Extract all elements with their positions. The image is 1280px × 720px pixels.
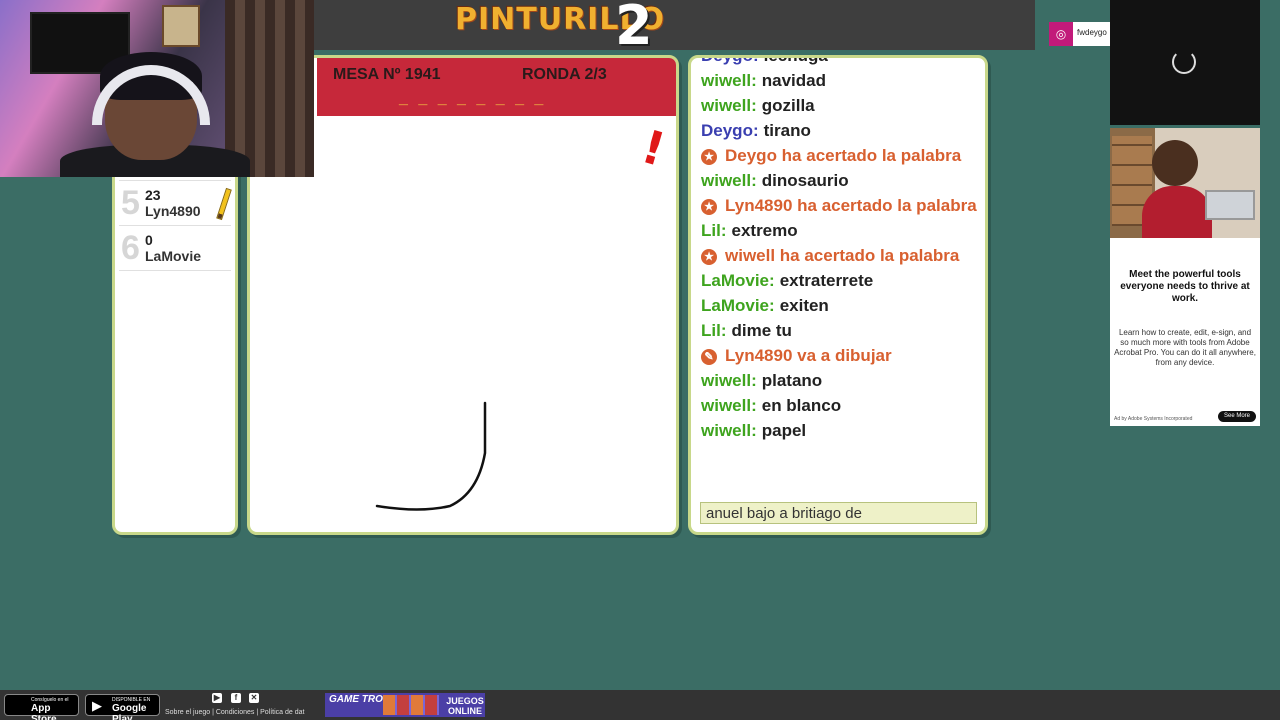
webcam-acoustic-panel	[225, 0, 314, 177]
chat-username: Deygo:	[701, 121, 759, 140]
chat-message: LaMovie: exiten	[701, 297, 983, 315]
logo-number: 2	[615, 0, 654, 57]
chat-message: wiwell: papel	[701, 422, 983, 440]
chat-text: en blanco	[761, 396, 842, 415]
chat-messages: Deygo: lechuga wiwell: navidad wiwell: gozill…	[701, 55, 983, 447]
player-row: 6 0 LaMovie	[119, 229, 231, 271]
chat-text: Deygo ha acertado la palabra	[725, 146, 962, 165]
chat-text: platano	[761, 371, 823, 390]
player-row: 5 23 Lyn4890	[119, 184, 232, 226]
chat-text: Lyn4890 va a dibujar	[725, 346, 892, 365]
system-message: ★ Lyn4890 ha acertado la palabra	[701, 197, 983, 215]
facebook-icon[interactable]: f	[231, 693, 241, 703]
chat-username: wiwell:	[701, 171, 757, 190]
chat-username: wiwell:	[701, 96, 757, 115]
system-message: ★ Deygo ha acertado la palabra	[701, 147, 983, 165]
google-play-badge[interactable]: ▶ DISPONIBLE EN Google Play	[85, 694, 160, 720]
chat-text: navidad	[761, 71, 826, 90]
social-handle: fwdeygo	[1077, 28, 1107, 37]
ad-body: Learn how to create, edit, e-sign, and s…	[1114, 328, 1256, 367]
chat-username: wiwell:	[701, 396, 757, 415]
chat-message: LaMovie: extraterrete	[701, 272, 983, 290]
player-points: 23	[145, 187, 161, 203]
juegos-online-label: JUEGOS ONLINE	[446, 696, 484, 716]
system-message: ✎ Lyn4890 va a dibujar	[701, 347, 983, 365]
player-name: Lyn4890	[145, 203, 201, 219]
player-rank: 5	[121, 184, 140, 222]
gametronia-banner[interactable]: GAME TRONIA JUEGOS ONLINE	[325, 693, 485, 717]
pencil-icon: ✎	[701, 349, 717, 365]
youtube-icon[interactable]: ▶	[212, 693, 222, 703]
ad-see-more-button[interactable]: See More	[1218, 411, 1256, 422]
video-ad[interactable]	[1110, 0, 1260, 125]
chat-text: dime tu	[731, 321, 792, 340]
webcam-poster	[162, 5, 200, 47]
chat-username: wiwell:	[701, 421, 757, 440]
play-icon: ▶	[92, 698, 102, 713]
chat-message: wiwell: dinosaurio	[701, 172, 983, 190]
pinturillo-logo: PINTURILLO 2	[455, 0, 665, 57]
bottom-bar: Consíguelo en el App Store ▶ DISPONIBLE …	[0, 690, 1280, 720]
x-icon[interactable]: ✕	[249, 693, 259, 703]
chat-username: Lil:	[701, 221, 727, 240]
chat-message: Deygo: lechuga	[701, 55, 983, 65]
drawn-stroke	[375, 401, 487, 511]
chat-message: Lil: dime tu	[701, 322, 983, 340]
chat-text: Lyn4890 ha acertado la palabra	[725, 196, 977, 215]
instagram-icon: ◎	[1049, 22, 1073, 46]
chat-username: Deygo:	[701, 55, 759, 65]
player-rank: 6	[121, 229, 140, 267]
chat-message: wiwell: gozilla	[701, 97, 983, 115]
ad-footer: Ad by Adobe Systems Incorporated	[1114, 416, 1193, 422]
chat-text: extremo	[731, 221, 798, 240]
chat-text: exiten	[779, 296, 829, 315]
star-icon: ★	[701, 199, 717, 215]
ad-laptop	[1205, 190, 1255, 220]
chat-username: LaMovie:	[701, 271, 775, 290]
chat-username: LaMovie:	[701, 296, 775, 315]
chat-text: lechuga	[763, 55, 828, 65]
chat-text: gozilla	[761, 96, 815, 115]
chat-message: wiwell: en blanco	[701, 397, 983, 415]
adobe-ad[interactable]: Meet the powerful tools everyone needs t…	[1110, 128, 1260, 426]
chat-text: dinosaurio	[761, 171, 849, 190]
ad-title: Meet the powerful tools everyone needs t…	[1120, 269, 1250, 304]
chat-message: wiwell: platano	[701, 372, 983, 390]
gametronia-characters	[383, 695, 439, 715]
webcam-overlay	[0, 0, 314, 177]
star-icon: ★	[701, 249, 717, 265]
ad-woman-head	[1152, 140, 1198, 186]
chat-text: extraterrete	[779, 271, 874, 290]
chat-message: Lil: extremo	[701, 222, 983, 240]
chat-text: wiwell ha acertado la palabra	[725, 246, 960, 265]
chat-username: wiwell:	[701, 71, 757, 90]
drawing-canvas[interactable]	[250, 58, 679, 535]
player-name: LaMovie	[145, 248, 202, 264]
chat-panel: Deygo: lechuga wiwell: navidad wiwell: gozill…	[688, 55, 988, 535]
footer-links[interactable]: Sobre el juego | Condiciones | Política …	[165, 709, 304, 716]
ad-woman-torso	[1142, 186, 1212, 238]
app-store-badge[interactable]: Consíguelo en el App Store	[4, 694, 79, 720]
pencil-icon	[216, 187, 232, 221]
chat-text: tirano	[763, 121, 811, 140]
ad-photo	[1110, 128, 1260, 238]
player-points: 0	[145, 232, 153, 248]
chat-username: Lil:	[701, 321, 727, 340]
chat-text: papel	[761, 421, 807, 440]
reload-icon[interactable]	[1172, 50, 1196, 74]
star-icon: ★	[701, 149, 717, 165]
chat-username: wiwell:	[701, 371, 757, 390]
system-message: ★ wiwell ha acertado la palabra	[701, 247, 983, 265]
chat-message: wiwell: navidad	[701, 72, 983, 90]
google-play-label: Google Play	[112, 703, 147, 720]
app-store-label: App Store	[31, 703, 57, 720]
chat-input[interactable]	[700, 502, 977, 524]
chat-message: Deygo: tirano	[701, 122, 983, 140]
